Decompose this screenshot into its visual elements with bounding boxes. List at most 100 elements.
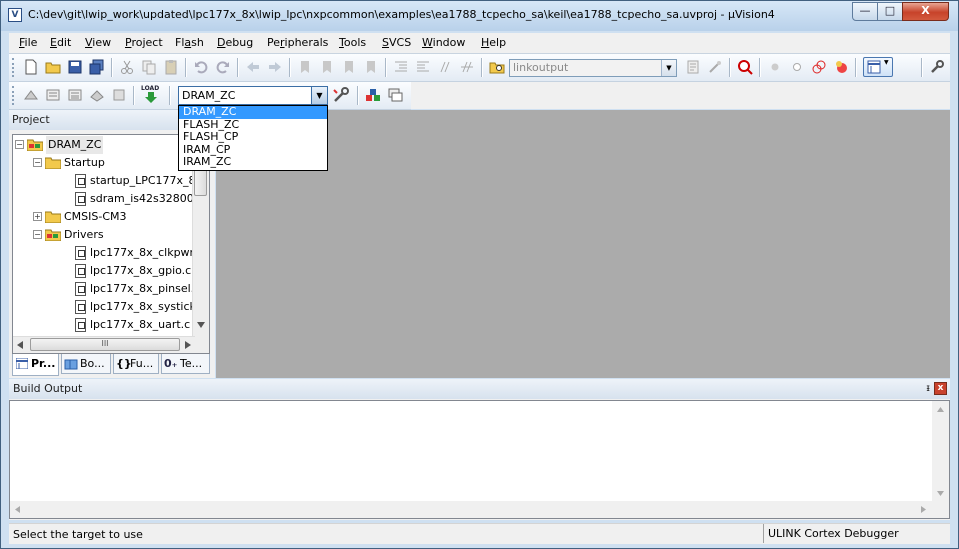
- window-layout-button[interactable]: ▼: [863, 57, 893, 77]
- insert-bookmark-icon[interactable]: [297, 59, 313, 75]
- target-option-iram-zc[interactable]: IRAM_ZC: [179, 156, 327, 169]
- menu-file[interactable]: File: [19, 36, 37, 49]
- scroll-left-arrow-icon[interactable]: [17, 341, 23, 349]
- toolbar-grip[interactable]: [12, 58, 17, 77]
- insert-breakpoint-icon[interactable]: [767, 59, 783, 75]
- target-option-dram-zc[interactable]: DRAM_ZC: [179, 105, 327, 119]
- target-option-flash-cp[interactable]: FLASH_CP: [179, 131, 327, 144]
- incremental-find-icon[interactable]: [685, 59, 701, 75]
- find-in-files-icon[interactable]: [489, 59, 505, 75]
- menu-edit[interactable]: Edit: [50, 36, 71, 49]
- batch-build-icon[interactable]: [89, 87, 105, 103]
- chevron-down-icon[interactable]: ▼: [661, 60, 676, 76]
- scroll-left-arrow-icon[interactable]: [15, 506, 20, 513]
- stop-build-icon[interactable]: [111, 87, 127, 103]
- expand-icon[interactable]: +: [33, 212, 42, 221]
- target-options-icon[interactable]: [332, 86, 350, 104]
- collapse-icon[interactable]: −: [15, 140, 24, 149]
- undo-icon[interactable]: [193, 59, 209, 75]
- paste-icon[interactable]: [163, 59, 179, 75]
- translate-icon[interactable]: [23, 87, 39, 103]
- open-folder-icon[interactable]: [45, 59, 61, 75]
- tree-item-drivers[interactable]: − Drivers: [33, 226, 203, 244]
- scroll-right-arrow-icon[interactable]: [921, 506, 926, 513]
- save-icon[interactable]: [67, 59, 83, 75]
- toolbar-grip[interactable]: [12, 86, 17, 105]
- chevron-down-icon[interactable]: ▼: [311, 87, 327, 104]
- maximize-button[interactable]: □: [877, 2, 903, 21]
- disable-breakpoints-icon[interactable]: [811, 59, 827, 75]
- build-output-horizontal-scrollbar[interactable]: [10, 501, 932, 518]
- tab-templates[interactable]: 0₊ Te...: [161, 354, 210, 374]
- scroll-right-arrow-icon[interactable]: [185, 341, 191, 349]
- tab-functions[interactable]: {} Fu...: [113, 354, 159, 374]
- tree-item-pinsel[interactable]: lpc177x_8x_pinsel.c: [75, 280, 200, 298]
- previous-bookmark-icon[interactable]: [319, 59, 335, 75]
- tree-item-gpio[interactable]: lpc177x_8x_gpio.c: [75, 262, 195, 280]
- load-download-button[interactable]: LOAD: [141, 85, 161, 105]
- menu-help[interactable]: Help: [481, 36, 506, 49]
- tree-label-cmsis: CMSIS-CM3: [64, 210, 127, 223]
- tab-project[interactable]: Pr...: [12, 354, 59, 376]
- menu-project[interactable]: Project: [125, 36, 163, 49]
- build-output-text[interactable]: [9, 400, 950, 519]
- build-output-vertical-scrollbar[interactable]: [932, 401, 949, 502]
- select-target-combo[interactable]: DRAM_ZC ▼: [178, 86, 328, 105]
- redo-icon[interactable]: [215, 59, 231, 75]
- tab-books[interactable]: Bo...: [61, 354, 111, 374]
- uvision-app-icon[interactable]: V: [8, 8, 22, 22]
- tree-item-uart[interactable]: lpc177x_8x_uart.c: [75, 316, 195, 334]
- tree-item-cmsis[interactable]: + CMSIS-CM3: [33, 208, 203, 226]
- target-folder-icon: [27, 139, 43, 151]
- title-bar[interactable]: V C:\dev\git\lwip_work\updated\lpc177x_8…: [1, 1, 958, 31]
- enable-breakpoint-icon[interactable]: [789, 59, 805, 75]
- next-bookmark-icon[interactable]: [341, 59, 357, 75]
- collapse-icon[interactable]: −: [33, 158, 42, 167]
- tree-label-dram-zc: DRAM_ZC: [46, 136, 104, 154]
- menu-peripherals[interactable]: Peripherals: [267, 36, 328, 49]
- find-combo-value: linkoutput: [513, 61, 569, 74]
- close-window-button[interactable]: X: [902, 2, 949, 21]
- scroll-up-arrow-icon[interactable]: [937, 407, 944, 412]
- scroll-down-arrow-icon[interactable]: [197, 322, 205, 328]
- cut-icon[interactable]: [119, 59, 135, 75]
- rebuild-icon[interactable]: [67, 87, 83, 103]
- tree-horizontal-scrollbar[interactable]: III: [13, 336, 195, 353]
- new-file-icon[interactable]: [23, 59, 39, 75]
- pin-icon[interactable]: ᵻ: [926, 383, 930, 395]
- tree-horizontal-scroll-thumb[interactable]: III: [30, 338, 180, 351]
- menu-svcs[interactable]: SVCS: [382, 36, 411, 49]
- tree-item-startup-file[interactable]: startup_LPC177x_8x.s: [75, 172, 209, 190]
- minimize-button[interactable]: —: [852, 2, 878, 21]
- menu-debug[interactable]: Debug: [217, 36, 253, 49]
- find-combo[interactable]: linkoutput ▼: [509, 59, 677, 77]
- manage-components-icon[interactable]: [365, 87, 381, 103]
- menu-window[interactable]: Window: [422, 36, 465, 49]
- tab-functions-label: Fu...: [130, 357, 154, 370]
- uncomment-icon[interactable]: [459, 59, 475, 75]
- collapse-icon[interactable]: −: [33, 230, 42, 239]
- debug-session-icon[interactable]: [737, 59, 753, 75]
- indent-icon[interactable]: [393, 59, 409, 75]
- wrench-icon[interactable]: [929, 59, 945, 75]
- close-panel-icon[interactable]: x: [934, 382, 947, 395]
- menu-tools[interactable]: Tools: [339, 36, 366, 49]
- unindent-icon[interactable]: [415, 59, 431, 75]
- scroll-down-arrow-icon[interactable]: [937, 491, 944, 496]
- save-all-icon[interactable]: [89, 59, 105, 75]
- comment-icon[interactable]: [437, 59, 453, 75]
- copy-icon[interactable]: [141, 59, 157, 75]
- tree-item-systick[interactable]: lpc177x_8x_systick.c: [75, 298, 205, 316]
- navigate-forward-icon[interactable]: [267, 59, 283, 75]
- menu-view[interactable]: View: [85, 36, 111, 49]
- find-replace-icon[interactable]: [707, 59, 723, 75]
- clear-bookmarks-icon[interactable]: [363, 59, 379, 75]
- kill-breakpoints-icon[interactable]: [833, 59, 849, 75]
- menu-flash[interactable]: Flash: [175, 36, 204, 49]
- navigate-back-icon[interactable]: [245, 59, 261, 75]
- file-extensions-icon[interactable]: [387, 87, 403, 103]
- tree-item-clkpwr[interactable]: lpc177x_8x_clkpwr.c: [75, 244, 203, 262]
- build-icon[interactable]: [45, 87, 61, 103]
- tree-item-dram-zc[interactable]: − DRAM_ZC: [15, 136, 185, 154]
- tree-item-sdram-file[interactable]: sdram_is42s32800d.c: [75, 190, 209, 208]
